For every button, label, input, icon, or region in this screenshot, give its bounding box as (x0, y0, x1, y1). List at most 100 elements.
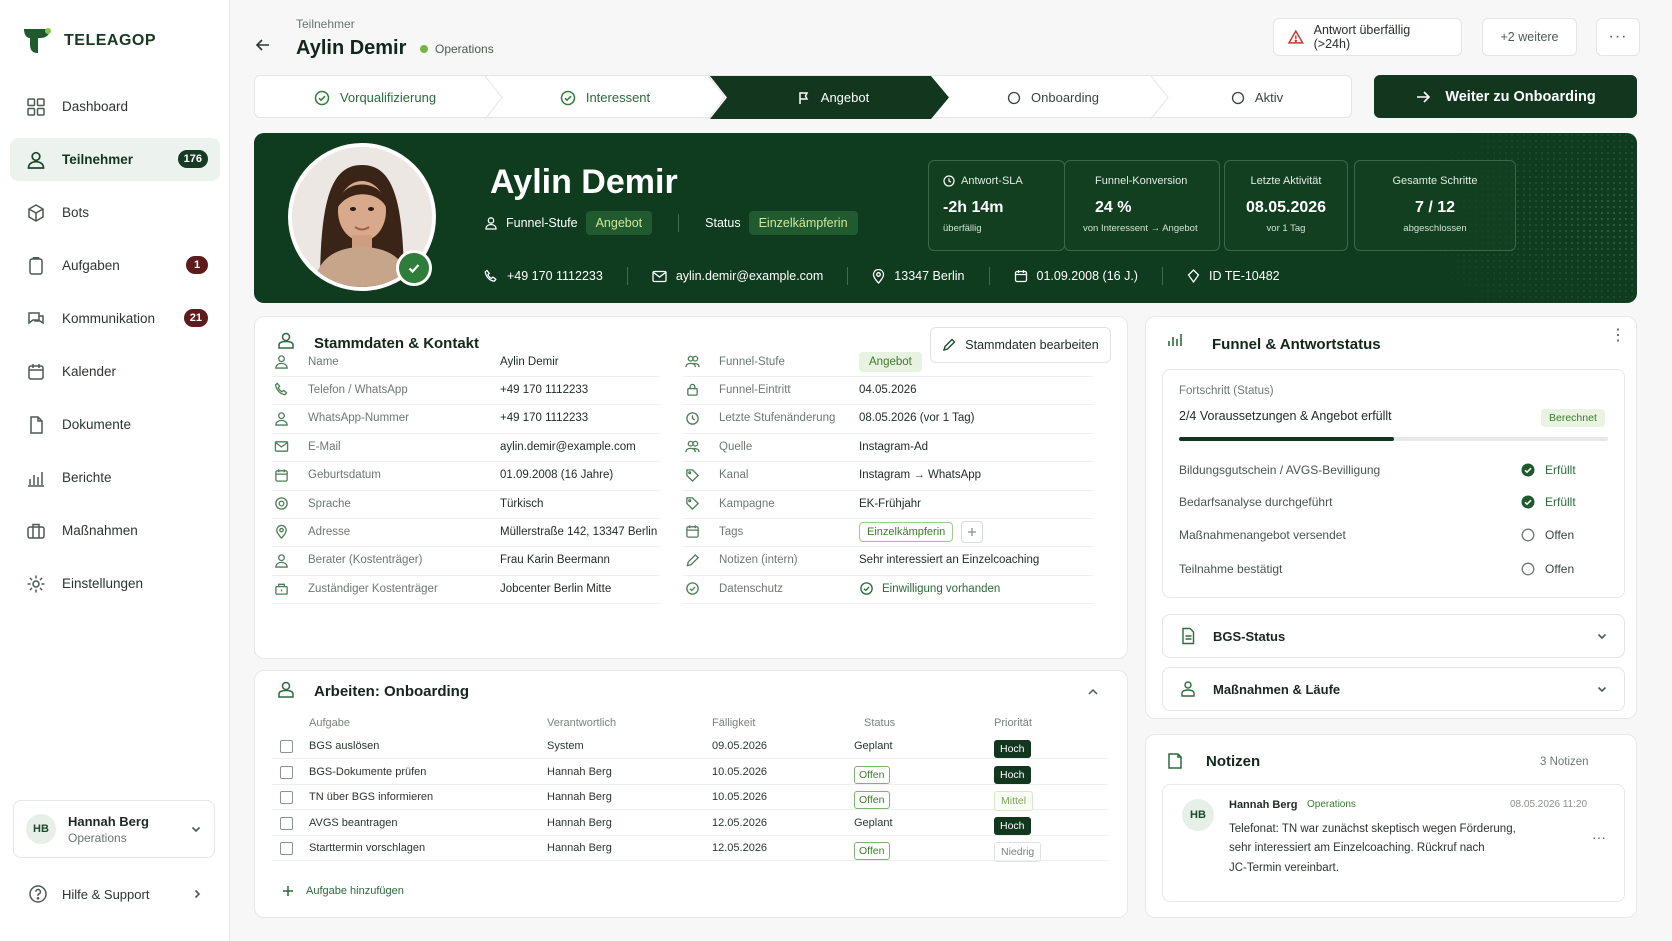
status-text: Erfüllt (1545, 463, 1576, 477)
field-row: Notizen (intern) Sehr interessiert an Ein… (683, 546, 1093, 576)
help-icon (29, 885, 47, 903)
table-row[interactable]: BGS auslösen System 09.05.2026 Geplant Hoch (272, 733, 1108, 759)
phone-contact[interactable]: +49 170 1112233 (484, 269, 603, 283)
note-menu-icon[interactable]: ··· (1592, 829, 1606, 845)
field-row: Letzte Stufenänderung 08.05.2026 (vor 1 T… (683, 404, 1093, 434)
task-checkbox[interactable] (280, 740, 293, 753)
sidebar-item-dashboard[interactable]: Dashboard (10, 85, 220, 128)
sidebar-item-dokumente[interactable]: Dokumente (10, 403, 220, 446)
check-circle-filled-icon (1521, 495, 1535, 509)
sidebar-item-massnahmen[interactable]: Maßnahmen (10, 509, 220, 552)
kpi-letzte-aktivitaet: Letzte Aktivität 08.05.2026 vor 1 Tag (1224, 160, 1348, 251)
overdue-alert-button[interactable]: Antwort überfällig (>24h) (1273, 18, 1462, 56)
id-value: ID TE-10482 (1208, 269, 1280, 283)
funnel-stepper: Vorqualifizierung Interessent Angebot On… (254, 75, 1353, 119)
step-angebot[interactable]: Angebot (725, 76, 941, 119)
breadcrumb[interactable]: Teilnehmer (296, 17, 355, 31)
field-label: Sprache (308, 497, 351, 510)
circle-icon (1521, 528, 1535, 542)
accordion-massnahmen[interactable]: Maßnahmen & Läufe (1162, 667, 1625, 711)
field-label: Kanal (719, 469, 749, 482)
add-task-button[interactable]: Aufgabe hinzufügen (282, 885, 404, 897)
sidebar-item-berichte[interactable]: Berichte (10, 456, 220, 499)
note-icon (1168, 753, 1182, 769)
progress-fill (1179, 437, 1394, 441)
lock-icon (686, 384, 698, 397)
field-label: Kampagne (719, 497, 775, 510)
field-value: aylin.demir@example.com (500, 440, 636, 453)
email-contact[interactable]: aylin.demir@example.com (652, 269, 823, 283)
table-row[interactable]: AVGS beantragen Hannah Berg 12.05.2026 Gepl… (272, 810, 1108, 836)
step-onboarding[interactable]: Onboarding (945, 76, 1161, 119)
task-checkbox[interactable] (280, 842, 293, 855)
help-support-link[interactable]: Hilfe & Support (28, 884, 203, 904)
check-circle-filled-icon (1521, 463, 1535, 477)
sidebar-item-aufgaben[interactable]: Aufgaben 1 (10, 244, 220, 287)
add-tag-button[interactable] (961, 520, 984, 543)
task-checkbox[interactable] (280, 791, 293, 804)
table-row[interactable]: BGS-Dokumente prüfen Hannah Berg 10.05.202… (272, 759, 1108, 785)
logo[interactable]: TELEAGOP (22, 26, 156, 56)
task-checkbox[interactable] (280, 765, 293, 779)
sidebar-item-label: Einstellungen (62, 576, 144, 591)
gear-icon (27, 575, 45, 592)
status-label: Status (705, 216, 741, 230)
table-row[interactable]: TN über BGS informieren Hannah Berg 10.05.… (272, 784, 1108, 811)
tag-chip[interactable]: Einzelkämpferin (859, 521, 954, 542)
kpi-value: 08.05.2026 (1245, 199, 1327, 216)
more-alerts-button[interactable]: +2 weitere (1482, 18, 1577, 56)
status-text: Offen (1545, 528, 1575, 542)
step-interessent[interactable]: Interessent (495, 76, 715, 119)
clock-icon (685, 412, 699, 425)
team-indicator: Operations (420, 42, 494, 56)
priority-badge: Hoch (994, 740, 1031, 758)
more-options-button[interactable]: ··· (1596, 18, 1640, 56)
sidebar-item-label: Dokumente (62, 417, 132, 432)
sidebar-item-kalender[interactable]: Kalender (10, 350, 220, 393)
user-icon (274, 412, 288, 426)
divider (678, 214, 680, 232)
funnel-menu-icon[interactable]: ⋮ (1610, 328, 1626, 344)
field-value: EK-Frühjahr (859, 497, 921, 510)
field-value: +49 170 1112233 (500, 412, 589, 425)
field-label: Tags (719, 525, 744, 538)
sidebar-item-einstellungen[interactable]: Einstellungen (10, 562, 220, 605)
back-arrow-icon[interactable] (254, 36, 272, 54)
kpi-sub: vor 1 Tag (1266, 223, 1306, 234)
sidebar-item-kommunikation[interactable]: Kommunikation 21 (10, 297, 220, 340)
step-vorqualifizierung[interactable]: Vorqualifizierung (255, 76, 495, 119)
priority-badge: Mittel (994, 791, 1034, 811)
field-row: Telefon / WhatsApp +49 170 1112233 (272, 375, 660, 406)
task-checkbox[interactable] (280, 816, 293, 830)
chevron-down-icon (1597, 633, 1607, 640)
field-row: E-Mail aylin.demir@example.com (272, 432, 660, 463)
avatar: HB (1182, 799, 1214, 831)
user-switcher[interactable]: HB Hannah Berg Operations (13, 800, 215, 858)
priority-badge: Hoch (994, 765, 1031, 784)
funnel-label: Funnel-Stufe (506, 216, 578, 230)
field-label: Name (308, 355, 339, 368)
chevron-down-icon (191, 826, 201, 833)
next-stage-button[interactable]: Weiter zu Onboarding (1374, 75, 1637, 118)
table-row[interactable]: Starttermin vorschlagen Hannah Berg 12.05.… (272, 835, 1108, 862)
contact-row: +49 170 1112233 aylin.demir@example.com … (484, 267, 1280, 285)
accordion-bgs-status[interactable]: BGS-Status (1162, 614, 1625, 658)
chevron-up-icon[interactable] (1086, 685, 1100, 699)
kpi-value: 7 / 12 (1414, 199, 1456, 216)
sidebar-item-bots[interactable]: Bots (10, 191, 220, 234)
field-label: Geburtsdatum (308, 469, 381, 482)
step-aktiv[interactable]: Aktiv (1161, 76, 1353, 119)
column-header-status: Status (864, 717, 896, 729)
sidebar-item-teilnehmer[interactable]: Teilnehmer 176 (10, 138, 220, 181)
circle-icon (1521, 562, 1535, 576)
step-label: Vorqualifizierung (339, 90, 437, 105)
warning-icon (1288, 29, 1304, 44)
task-owner: System (547, 740, 584, 752)
field-value: Jobcenter Berlin Mitte (500, 582, 612, 595)
note-team: Operations (1307, 799, 1356, 810)
note-line: JC-Termin vereinbart. (1229, 862, 1339, 874)
notes-count: 3 Notizen (1540, 756, 1589, 768)
field-row: Geburtsdatum 01.09.2008 (16 Jahre) (272, 461, 660, 491)
field-row: Adresse Müllerstraße 142, 13347 Berlin (272, 517, 660, 548)
hero-status-row: Funnel-Stufe Angebot Status Einzelkämpfe… (484, 211, 858, 235)
